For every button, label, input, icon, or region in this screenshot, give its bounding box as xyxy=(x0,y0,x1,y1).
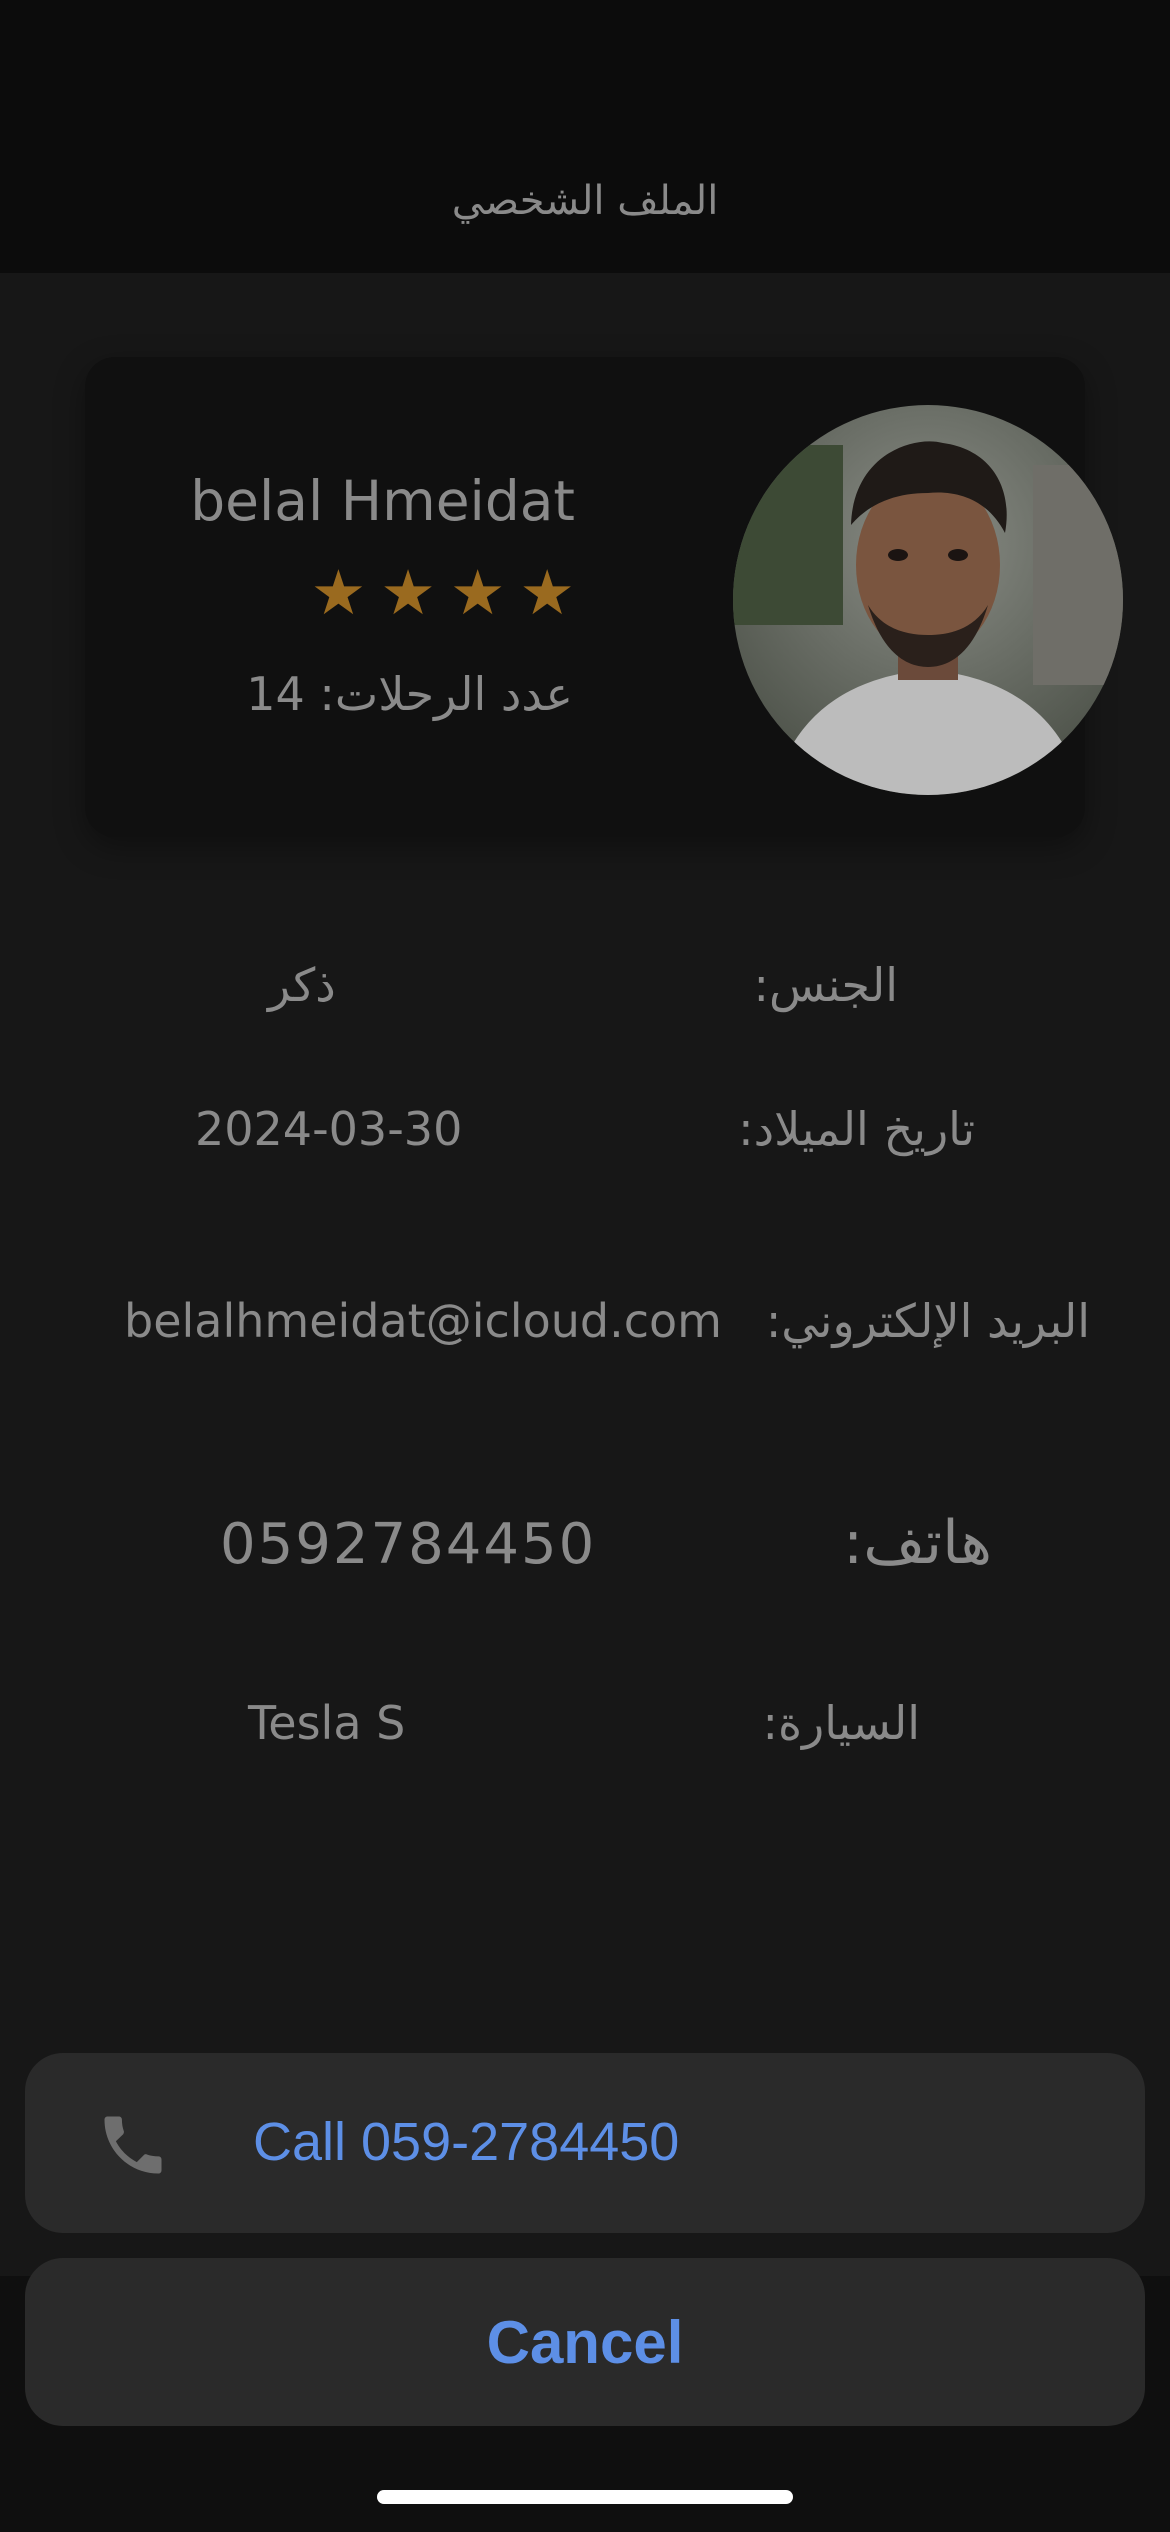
gender-value: ذكر xyxy=(268,958,336,1012)
phone-value[interactable]: 0592784450 xyxy=(220,1512,596,1577)
email-label: البريد الإلكتروني: xyxy=(765,1294,1090,1348)
top-bar: الملف الشخصي xyxy=(0,0,1170,273)
trips-count: عدد الرحلات: 14 xyxy=(246,667,573,721)
star-icon: ★ xyxy=(380,556,436,629)
avatar-photo xyxy=(733,405,1123,795)
star-icon: ★ xyxy=(519,556,575,629)
avatar[interactable] xyxy=(733,405,1123,795)
car-label: السيارة: xyxy=(762,1696,920,1750)
page-title: الملف الشخصي xyxy=(451,178,719,224)
birthdate-label: تاريخ الميلاد: xyxy=(738,1102,975,1156)
call-number-button[interactable]: Call 059-2784450 xyxy=(253,2111,679,2173)
star-icon: ★ xyxy=(449,556,506,629)
profile-card: belal Hmeidat ★ ★ ★ ★ عدد الرحلات: 14 xyxy=(85,357,1123,837)
rating-stars: ★ ★ ★ ★ xyxy=(311,562,575,624)
phone-icon xyxy=(95,2107,171,2183)
phone-label: هاتف: xyxy=(843,1508,992,1578)
gender-label: الجنس: xyxy=(753,958,898,1012)
star-icon: ★ xyxy=(310,556,367,629)
cancel-button[interactable]: Cancel xyxy=(25,2258,1145,2426)
user-name: belal Hmeidat xyxy=(190,469,575,533)
home-indicator[interactable] xyxy=(377,2490,793,2504)
birthdate-value: 2024-03-30 xyxy=(195,1102,463,1156)
cancel-label: Cancel xyxy=(486,2309,684,2376)
call-action-sheet[interactable]: Call 059-2784450 xyxy=(25,2053,1145,2233)
email-value[interactable]: belalhmeidat@icloud.com xyxy=(124,1294,722,1348)
car-value: Tesla S xyxy=(248,1696,406,1750)
